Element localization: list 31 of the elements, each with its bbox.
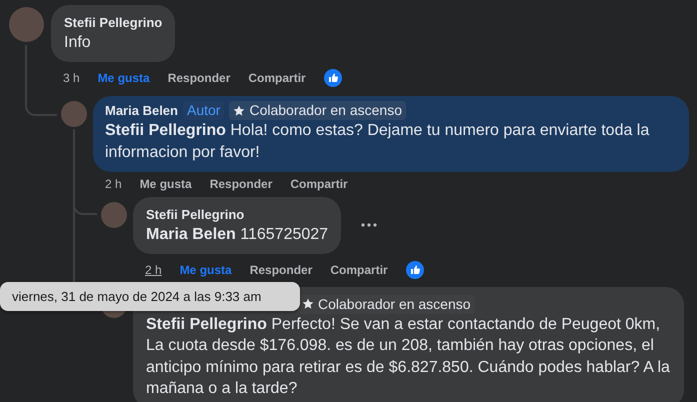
avatar: [9, 7, 44, 42]
date-tooltip: viernes, 31 de mayo de 2024 a las 9:33 am: [0, 282, 300, 311]
avatar: [61, 101, 87, 127]
like-link[interactable]: Me gusta: [98, 71, 150, 85]
comment-text: Info: [64, 33, 92, 53]
contributor-badge: Colaborador en ascenso: [229, 101, 406, 120]
star-icon: [302, 298, 314, 310]
contributor-badge: Colaborador en ascenso: [298, 294, 475, 314]
share-link[interactable]: Compartir: [330, 262, 388, 276]
comment-text: Stefii Pellegrino Hola! como estas? Dejame tu numero para enviarte toda la informacion por favor!: [105, 121, 650, 163]
reply-link[interactable]: Responder: [250, 262, 312, 276]
reply-link[interactable]: Responder: [210, 177, 272, 191]
timestamp-link[interactable]: 3 h: [63, 71, 80, 85]
comment-text: Stefii Pellegrino Perfecto! Se van a estar contactando de Peugeot 0km, La cuota desde $176.098. es de un 208, también hay otras opciones, el anticipo mínimo para retirar es de $6.827.850. Cuándo podes hablar? A la mañana o a la tarde?: [146, 314, 671, 399]
star-icon: [233, 104, 246, 116]
timestamp-link[interactable]: 2 h: [145, 262, 162, 276]
author-badge: Autor: [182, 101, 224, 120]
author-name[interactable]: Stefii Pellegrino: [64, 14, 162, 31]
reply-link[interactable]: Responder: [168, 71, 230, 85]
author-name[interactable]: Stefii Pellegrino: [146, 206, 244, 223]
timestamp-link[interactable]: 2 h: [105, 177, 122, 191]
share-link[interactable]: Compartir: [248, 71, 306, 85]
share-link[interactable]: Compartir: [290, 177, 348, 191]
like-icon: [406, 260, 424, 278]
more-icon: [361, 223, 378, 228]
like-icon: [324, 69, 342, 87]
like-link[interactable]: Me gusta: [180, 262, 232, 276]
author-name[interactable]: Maria Belen: [105, 102, 178, 119]
avatar: [101, 202, 127, 228]
comment-text: Maria Belen 1165725027: [146, 225, 328, 245]
like-link[interactable]: Me gusta: [140, 177, 192, 191]
